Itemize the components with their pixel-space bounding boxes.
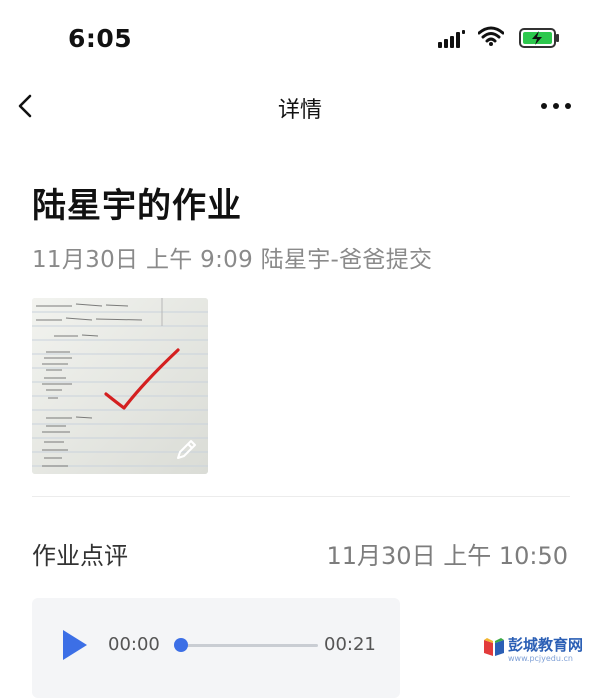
- book-logo-icon: [484, 638, 504, 656]
- watermark-name: 彭城教育网: [508, 636, 584, 654]
- status-bar: 6:05: [0, 0, 600, 70]
- audio-current-time: 00:00: [108, 634, 160, 655]
- status-time: 6:05: [68, 24, 133, 53]
- submit-info: 11月30日 上午 9:09 陆星宇-爸爸提交: [32, 247, 433, 273]
- watermark: 彭城教育网 www.pcjyedu.cn: [480, 632, 592, 672]
- more-dots-icon: [541, 103, 571, 109]
- watermark-url: www.pcjyedu.cn: [508, 654, 573, 663]
- homework-photo[interactable]: [32, 298, 208, 474]
- play-icon: [63, 630, 87, 660]
- pencil-icon[interactable]: [172, 436, 200, 464]
- nav-title: 详情: [277, 98, 322, 123]
- section-divider: [32, 496, 570, 497]
- wifi-icon: [478, 26, 504, 46]
- review-time: 11月30日 上午 10:50: [326, 542, 569, 570]
- audio-total-time: 00:21: [324, 634, 376, 655]
- play-button[interactable]: [60, 628, 90, 662]
- homework-title: 陆星宇的作业: [32, 186, 242, 226]
- review-label: 作业点评: [32, 542, 128, 570]
- audio-player: 00:00 00:21: [32, 598, 400, 698]
- audio-progress-thumb[interactable]: [174, 638, 188, 652]
- nav-bar: 详情: [0, 78, 600, 134]
- battery-charging-icon: [519, 28, 559, 48]
- more-button[interactable]: [536, 94, 580, 118]
- audio-progress-track[interactable]: [182, 644, 318, 647]
- signal-icon: [438, 30, 465, 48]
